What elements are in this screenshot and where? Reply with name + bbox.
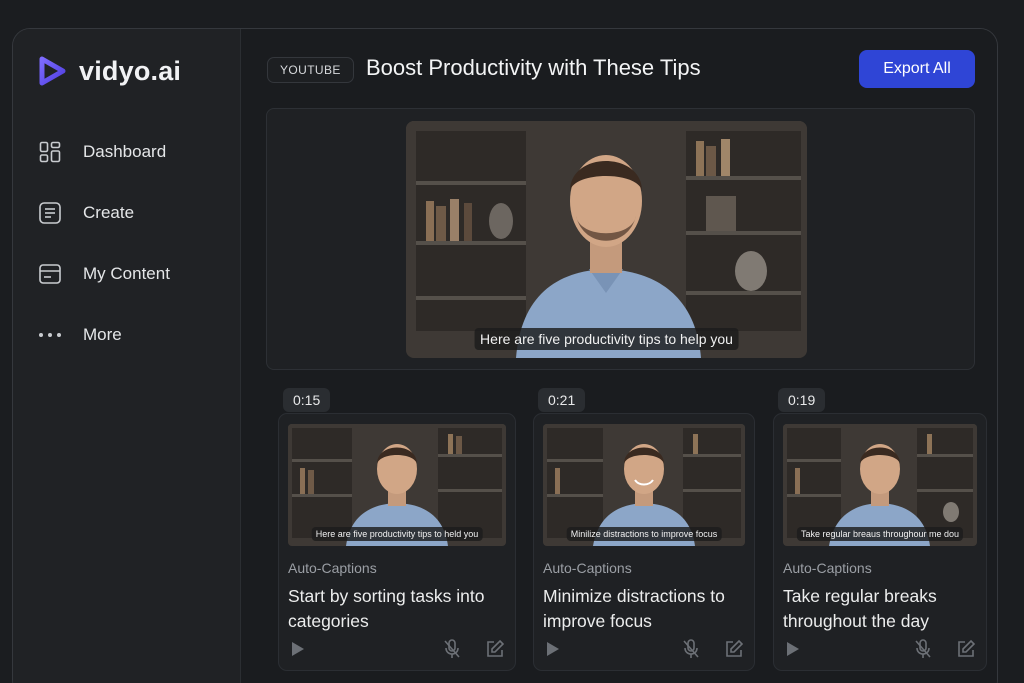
auto-captions-tag: Auto-Captions <box>783 560 872 576</box>
clip-duration: 0:19 <box>778 388 826 412</box>
mic-off-icon[interactable] <box>682 639 700 664</box>
export-all-button[interactable]: Export All <box>859 50 975 88</box>
dashboard-icon <box>37 139 63 165</box>
brand-name: vidyo.ai <box>79 55 182 86</box>
video-frame-image <box>406 121 807 358</box>
sidebar-item-label: More <box>83 324 122 344</box>
sidebar-item-more[interactable]: More <box>37 304 227 365</box>
clip-title: Take regular breaks throughout the day <box>783 586 937 631</box>
play-icon[interactable] <box>786 641 800 662</box>
play-icon[interactable] <box>546 641 560 662</box>
main-area: YOUTUBE Boost Productivity with These Ti… <box>241 29 997 683</box>
clip-duration: 0:21 <box>538 388 586 412</box>
sidebar-nav: Dashboard Create My Content More <box>37 121 227 365</box>
more-icon <box>37 322 63 348</box>
mic-off-icon[interactable] <box>914 639 932 664</box>
clip-thumbnail[interactable]: Minilize distractions to improve focus <box>543 424 745 546</box>
clip-actions <box>783 639 976 661</box>
auto-captions-tag: Auto-Captions <box>543 560 632 576</box>
sidebar-item-dashboard[interactable]: Dashboard <box>37 121 227 182</box>
sidebar-item-create[interactable]: Create <box>37 182 227 243</box>
sidebar-item-label: Create <box>83 202 135 222</box>
play-icon[interactable] <box>291 641 305 662</box>
clip-caption: Here are five productivity tips to held … <box>311 527 483 541</box>
mic-off-icon[interactable] <box>443 639 461 664</box>
clip-card[interactable]: 0:19 Take regular breaus throughour me d… <box>773 388 987 671</box>
preview-panel: Here are five productivity tips to help … <box>266 108 975 370</box>
edit-icon[interactable] <box>485 639 505 664</box>
clip-title: Start by sorting tasks into categories <box>288 586 485 631</box>
clip-actions <box>288 639 505 661</box>
sidebar-item-my-content[interactable]: My Content <box>37 243 227 304</box>
clip-card[interactable]: 0:21 Minilize distractions to improve fo… <box>533 388 755 671</box>
clip-actions <box>543 639 744 661</box>
video-caption: Here are five productivity tips to help … <box>474 328 739 350</box>
sidebar: vidyo.ai Dashboard Create My Content Mor… <box>13 29 241 683</box>
clip-thumbnail[interactable]: Here are five productivity tips to held … <box>288 424 506 546</box>
app-window: vidyo.ai Dashboard Create My Content Mor… <box>12 28 998 683</box>
clip-title: Minimize distractions to improve focus <box>543 586 725 631</box>
clip-caption: Take regular breaus throughour me dou <box>796 527 964 541</box>
document-icon <box>37 200 63 226</box>
page-title: Boost Productivity with These Tips <box>366 55 701 80</box>
content-icon <box>37 261 63 287</box>
sidebar-item-label: My Content <box>83 263 170 283</box>
edit-icon[interactable] <box>724 639 744 664</box>
auto-captions-tag: Auto-Captions <box>288 560 377 576</box>
clip-thumbnail[interactable]: Take regular breaus throughour me dou <box>783 424 977 546</box>
source-badge: YOUTUBE <box>267 57 354 83</box>
clip-caption: Minilize distractions to improve focus <box>566 527 722 541</box>
play-logo-icon <box>39 56 66 86</box>
clip-card[interactable]: 0:15 Here are five productivity tips to … <box>278 388 516 671</box>
brand-logo[interactable]: vidyo.ai <box>37 55 181 87</box>
clip-duration: 0:15 <box>283 388 331 412</box>
sidebar-item-label: Dashboard <box>83 141 167 161</box>
edit-icon[interactable] <box>956 639 976 664</box>
main-video-player[interactable]: Here are five productivity tips to help … <box>406 121 807 358</box>
